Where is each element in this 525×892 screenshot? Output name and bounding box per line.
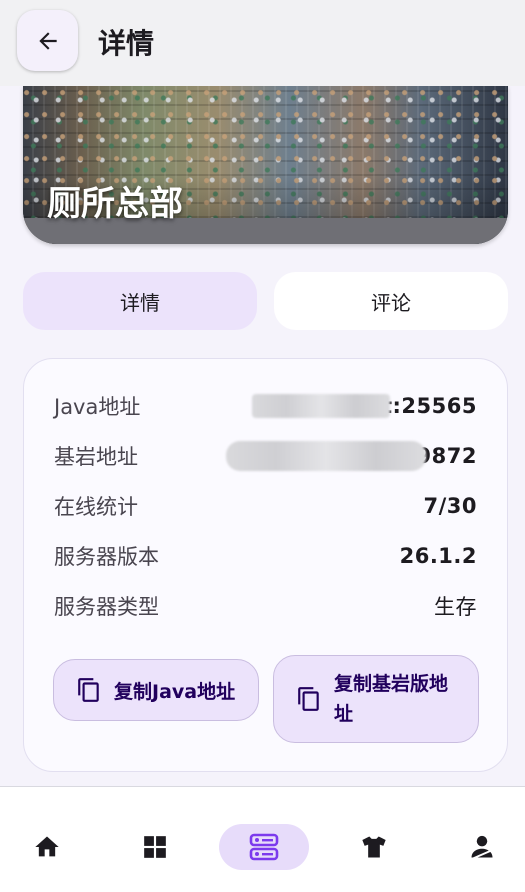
copy-bedrock-address-label: 复制基岩版地址 bbox=[334, 673, 449, 725]
nav-servers[interactable] bbox=[219, 824, 309, 870]
redacted-java-address bbox=[252, 394, 390, 418]
server-info-card: Java地址 t:25565 基岩地址 9872 在线统计 7/30 服务器版本… bbox=[23, 358, 508, 772]
online-stats-value: 7/30 bbox=[423, 494, 477, 518]
tab-details[interactable]: 详情 bbox=[23, 272, 257, 330]
server-version-value: 26.1.2 bbox=[399, 544, 477, 568]
grid-icon bbox=[144, 836, 166, 858]
copy-java-address-button[interactable]: 复制Java地址 bbox=[53, 659, 259, 721]
detail-tabs: 详情 评论 bbox=[23, 272, 508, 330]
redacted-bedrock-address bbox=[226, 441, 426, 471]
server-type-row: 服务器类型 生存 bbox=[54, 591, 477, 621]
tab-comments[interactable]: 评论 bbox=[274, 272, 508, 330]
nav-skins[interactable] bbox=[329, 824, 419, 870]
server-type-label: 服务器类型 bbox=[54, 595, 159, 619]
server-name: 厕所总部 bbox=[47, 184, 183, 224]
server-banner-image: 厕所总部 bbox=[23, 86, 508, 244]
nav-profile[interactable] bbox=[437, 824, 525, 870]
copy-bedrock-address-button[interactable]: 复制基岩版地址 bbox=[273, 655, 479, 743]
server-version-label: 服务器版本 bbox=[54, 545, 159, 569]
java-address-value: t:25565 bbox=[382, 394, 477, 418]
online-stats-row: 在线统计 7/30 bbox=[54, 491, 477, 521]
server-icon bbox=[249, 833, 279, 861]
server-detail-content[interactable]: 厕所总部 详情 评论 Java地址 t:25565 基岩地址 9872 在线统计… bbox=[0, 86, 525, 786]
nav-home[interactable] bbox=[2, 824, 92, 870]
page-title: 详情 bbox=[98, 27, 155, 60]
java-address-label: Java地址 bbox=[54, 395, 141, 419]
copy-icon bbox=[78, 678, 99, 702]
bottom-navigation bbox=[0, 787, 525, 892]
copy-icon bbox=[298, 687, 319, 711]
back-button[interactable] bbox=[17, 10, 78, 71]
nav-grid[interactable] bbox=[110, 824, 200, 870]
server-version-row: 服务器版本 26.1.2 bbox=[54, 541, 477, 571]
server-type-value: 生存 bbox=[434, 595, 477, 619]
copy-java-address-label: 复制Java地址 bbox=[114, 680, 236, 703]
online-stats-label: 在线统计 bbox=[54, 495, 138, 519]
arrow-back-icon bbox=[38, 31, 57, 50]
bedrock-address-label: 基岩地址 bbox=[54, 445, 138, 469]
shirt-icon bbox=[362, 836, 386, 858]
home-icon bbox=[35, 836, 59, 857]
app-bar: 详情 bbox=[0, 0, 525, 86]
user-icon bbox=[471, 835, 493, 860]
